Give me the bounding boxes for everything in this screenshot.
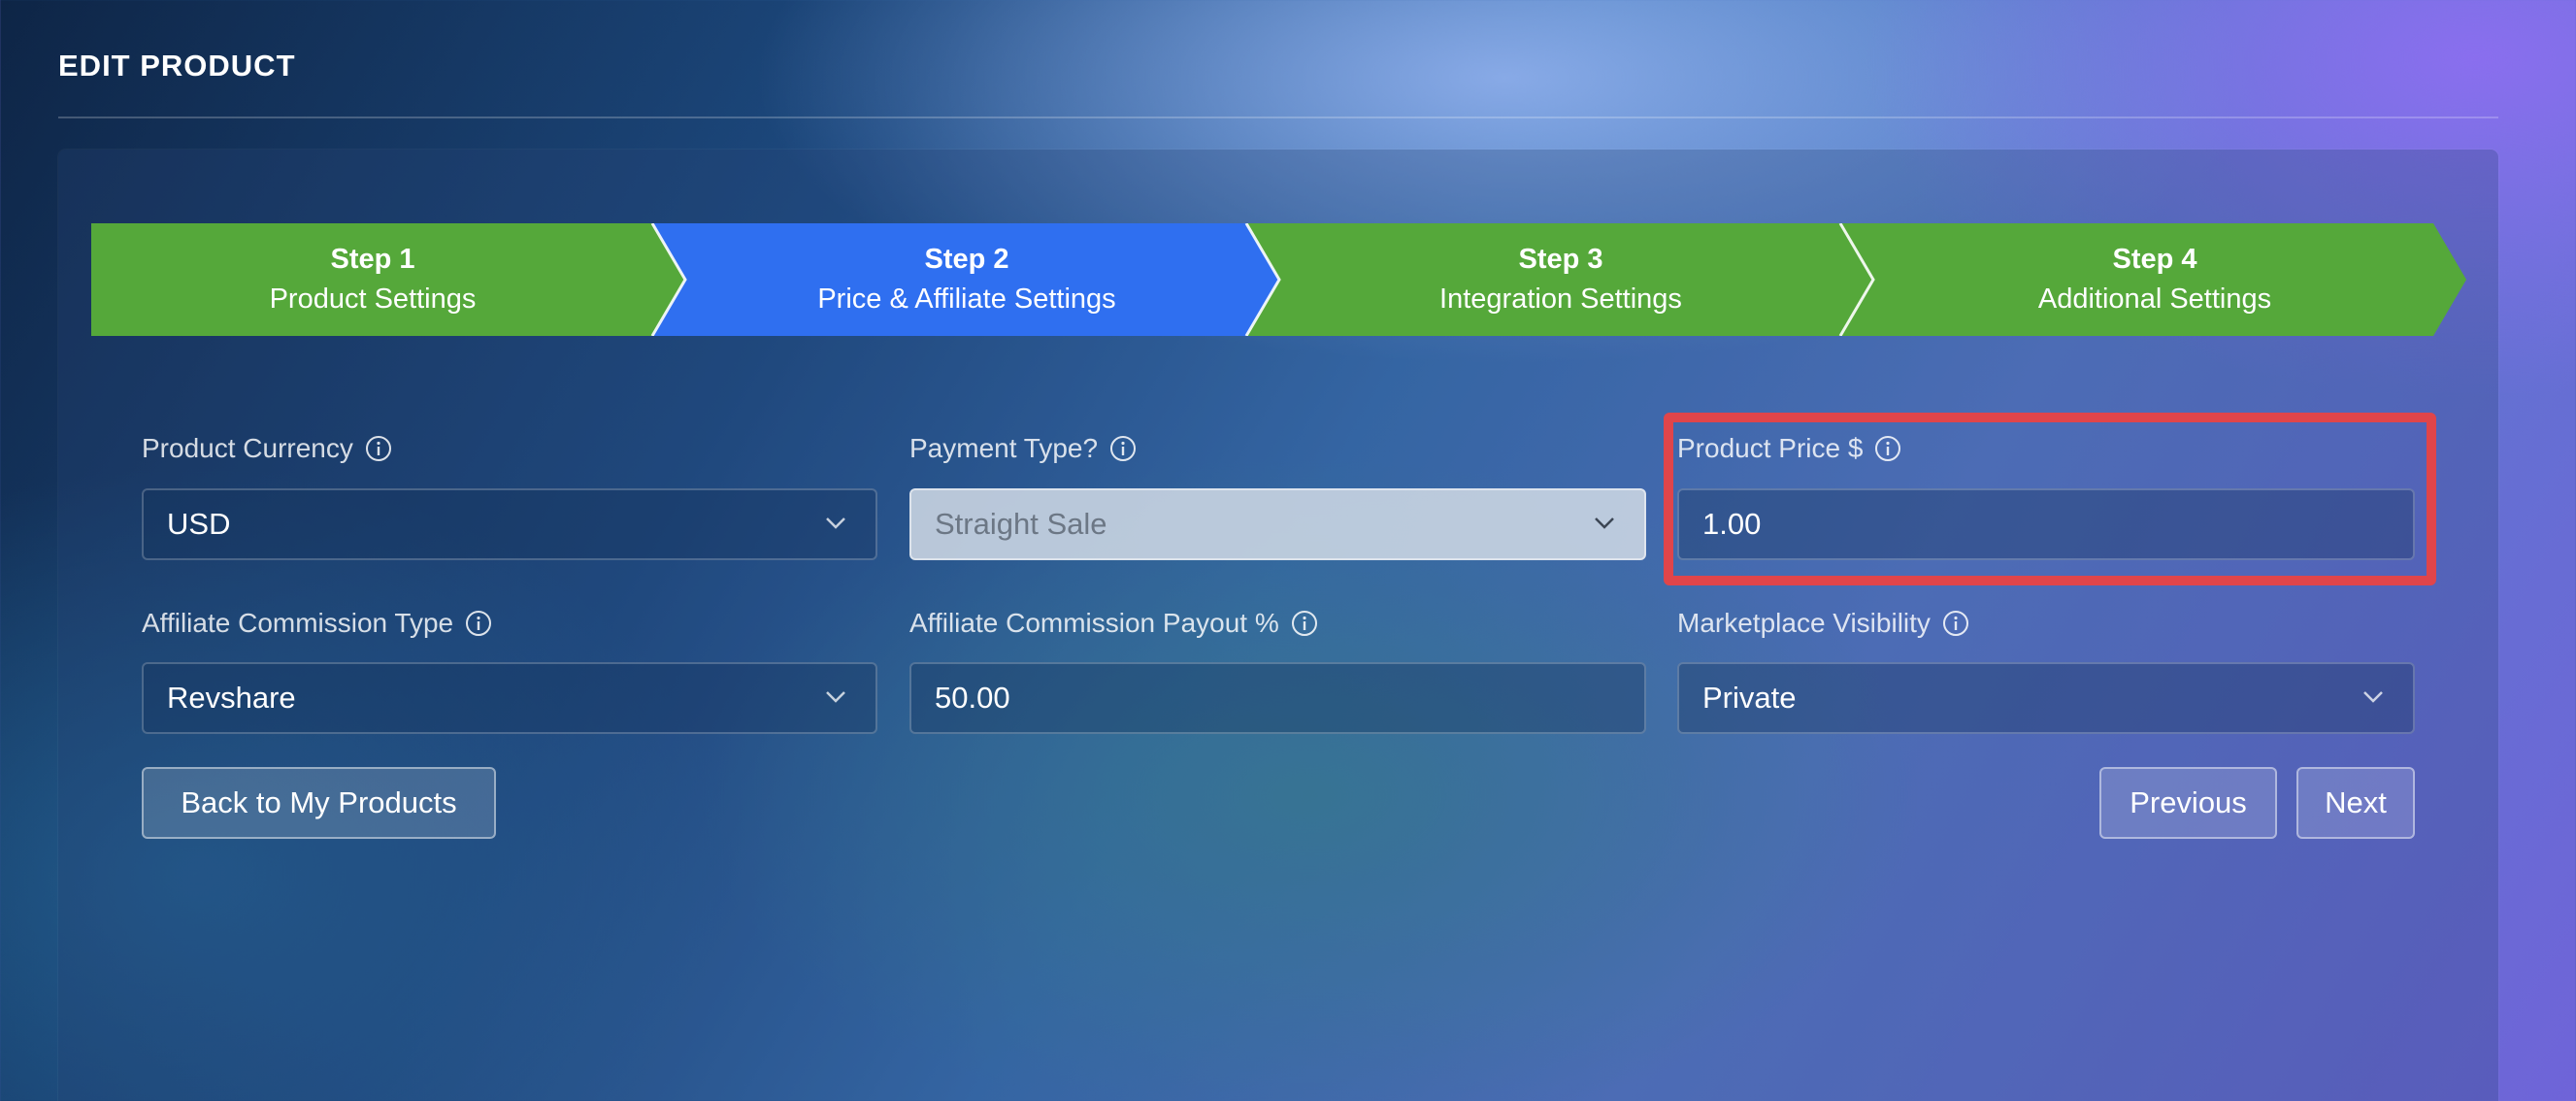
step-3-number: Step 3 <box>1518 244 1603 275</box>
previous-button[interactable]: Previous <box>2099 767 2277 839</box>
product-price-highlight <box>1664 413 2436 585</box>
chevron-down-icon <box>2363 691 2383 703</box>
info-icon[interactable] <box>1291 610 1318 637</box>
affiliate-commission-type-label: Affiliate Commission Type <box>142 608 492 639</box>
payment-type-value: Straight Sale <box>935 507 1107 541</box>
affiliate-commission-type-label-text: Affiliate Commission Type <box>142 608 454 638</box>
product-currency-select[interactable]: USD <box>142 488 877 560</box>
affiliate-commission-type-select[interactable]: Revshare <box>142 662 877 734</box>
affiliate-commission-type-value: Revshare <box>167 681 296 715</box>
payment-type-label-text: Payment Type? <box>909 433 1099 463</box>
title-divider <box>58 117 2498 118</box>
payment-type-select[interactable]: Straight Sale <box>909 488 1646 560</box>
affiliate-commission-payout-label: Affiliate Commission Payout % <box>909 608 1318 639</box>
product-currency-label: Product Currency <box>142 433 392 464</box>
step-wizard: Step 1 Product Settings Step 2 Price & A… <box>91 223 2466 336</box>
info-icon[interactable] <box>1109 435 1137 462</box>
marketplace-visibility-label: Marketplace Visibility <box>1677 608 1969 639</box>
step-4[interactable]: Step 4 Additional Settings <box>1873 223 2436 336</box>
info-icon[interactable] <box>365 435 392 462</box>
step-3-name: Integration Settings <box>1439 284 1682 315</box>
step-4-number: Step 4 <box>2112 244 2197 275</box>
chevron-down-icon <box>826 691 845 703</box>
next-button[interactable]: Next <box>2296 767 2415 839</box>
payment-type-label: Payment Type? <box>909 433 1137 464</box>
step-3[interactable]: Step 3 Integration Settings <box>1279 223 1842 336</box>
step-1[interactable]: Step 1 Product Settings <box>91 223 654 336</box>
step-2-name: Price & Affiliate Settings <box>817 284 1116 315</box>
info-icon[interactable] <box>1942 610 1969 637</box>
back-to-products-button[interactable]: Back to My Products <box>142 767 496 839</box>
step-2[interactable]: Step 2 Price & Affiliate Settings <box>685 223 1248 336</box>
chevron-down-icon <box>1595 517 1614 529</box>
step-1-name: Product Settings <box>269 284 477 315</box>
product-currency-value: USD <box>167 507 231 541</box>
marketplace-visibility-label-text: Marketplace Visibility <box>1677 608 1931 638</box>
info-icon[interactable] <box>465 610 492 637</box>
step-2-number: Step 2 <box>924 244 1009 275</box>
chevron-down-icon <box>826 517 845 529</box>
step-1-number: Step 1 <box>330 244 415 275</box>
marketplace-visibility-select[interactable]: Private <box>1677 662 2415 734</box>
step-4-name: Additional Settings <box>2037 284 2272 315</box>
affiliate-commission-payout-input[interactable]: 50.00 <box>909 662 1646 734</box>
page-title: EDIT PRODUCT <box>58 49 296 83</box>
product-currency-label-text: Product Currency <box>142 433 353 463</box>
affiliate-commission-payout-value: 50.00 <box>935 681 1010 715</box>
affiliate-commission-payout-label-text: Affiliate Commission Payout % <box>909 608 1279 638</box>
marketplace-visibility-value: Private <box>1702 681 1797 715</box>
